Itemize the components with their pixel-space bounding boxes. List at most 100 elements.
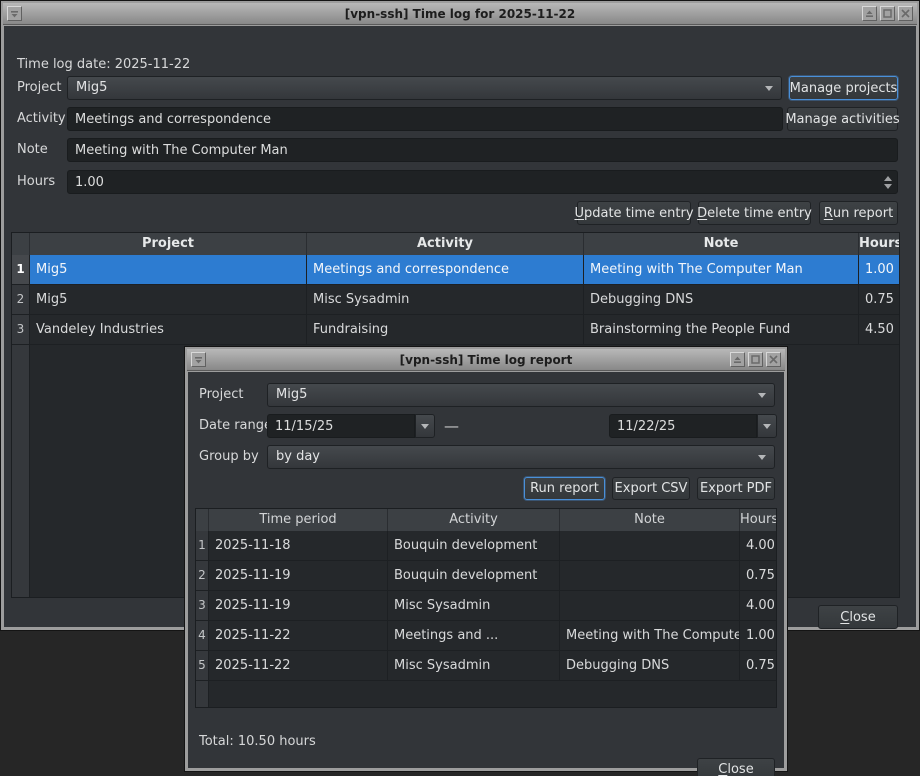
gutter-filler: [196, 681, 209, 707]
table-row[interactable]: 3Vandeley IndustriesFundraisingBrainstor…: [12, 315, 899, 345]
hours-label: Hours: [17, 170, 55, 194]
note-input-field[interactable]: [75, 139, 890, 161]
run-report-button[interactable]: Run report: [819, 201, 898, 225]
column-header[interactable]: Time period: [209, 509, 388, 531]
report-table: Time periodActivityNoteHours12025-11-18B…: [195, 508, 777, 708]
table-row[interactable]: 32025-11-19Misc Sysadmin4.00: [196, 591, 776, 621]
project-combobox[interactable]: Mig5: [67, 76, 782, 100]
row-number: 5: [196, 651, 209, 680]
table-cell: 0.75: [740, 561, 776, 590]
spin-down-icon[interactable]: [884, 184, 892, 189]
report-close-button[interactable]: Close: [697, 758, 775, 776]
update-time-entry-button[interactable]: Update time entry: [577, 201, 691, 225]
shade-icon[interactable]: [730, 352, 745, 367]
table-cell: Meeting with The Computer Man: [584, 255, 859, 284]
gutter-header: [196, 509, 209, 531]
table-cell: Meeting with The Computer...: [560, 621, 740, 650]
column-header[interactable]: Project: [30, 233, 307, 255]
table-header-row: ProjectActivityNoteHours: [12, 233, 899, 255]
project-combobox-value: Mig5: [76, 80, 107, 95]
manage-activities-button[interactable]: Manage activities: [787, 107, 898, 131]
column-header[interactable]: Activity: [307, 233, 584, 255]
shade-icon[interactable]: [862, 6, 877, 21]
table-cell: 2025-11-22: [209, 651, 388, 680]
table-row[interactable]: 42025-11-22Meetings and ...Meeting with …: [196, 621, 776, 651]
close-icon[interactable]: [766, 352, 781, 367]
table-cell: 2025-11-22: [209, 621, 388, 650]
row-number: 2: [196, 561, 209, 590]
report-project-combobox[interactable]: Mig5: [267, 383, 775, 407]
hours-spinner[interactable]: [881, 172, 894, 192]
chevron-down-icon: [765, 86, 773, 91]
date-start-field[interactable]: [275, 415, 407, 437]
row-number: 3: [196, 591, 209, 620]
spin-up-icon[interactable]: [884, 176, 892, 181]
delete-time-entry-button[interactable]: Delete time entry: [698, 201, 811, 225]
table-cell: Debugging DNS: [560, 651, 740, 680]
close-icon[interactable]: [898, 6, 913, 21]
table-row[interactable]: 22025-11-19Bouquin development0.75: [196, 561, 776, 591]
date-end-input[interactable]: [609, 414, 757, 438]
activity-input-field[interactable]: [75, 108, 775, 130]
date-range-label: Date range: [199, 414, 272, 438]
report-run-report-button[interactable]: Run report: [524, 477, 605, 500]
table-cell: Misc Sysadmin: [307, 285, 584, 314]
table-row[interactable]: 12025-11-18Bouquin development4.00: [196, 531, 776, 561]
chevron-down-icon: [758, 455, 766, 460]
table-cell: Vandeley Industries: [30, 315, 307, 344]
table-cell: [560, 561, 740, 590]
report-window-content: Project Mig5 Date range — Group by by da…: [188, 372, 784, 768]
total-hours-text: Total: 10.50 hours: [199, 734, 316, 749]
row-number: 1: [196, 531, 209, 560]
column-header[interactable]: Note: [584, 233, 859, 255]
table-cell: Debugging DNS: [584, 285, 859, 314]
export-pdf-button[interactable]: Export PDF: [697, 477, 775, 500]
table-cell: 2025-11-18: [209, 531, 388, 560]
date-end-dropdown-button[interactable]: [757, 414, 777, 438]
gutter-filler: [12, 345, 30, 597]
table-row[interactable]: 52025-11-22Misc SysadminDebugging DNS0.7…: [196, 651, 776, 681]
group-by-combobox[interactable]: by day: [267, 445, 775, 469]
table-cell: Bouquin development: [388, 561, 560, 590]
column-header[interactable]: Note: [560, 509, 740, 531]
column-header[interactable]: Hours: [740, 509, 776, 531]
report-window-title: [vpn-ssh] Time log report: [187, 353, 785, 367]
export-csv-button[interactable]: Export CSV: [612, 477, 690, 500]
note-label: Note: [17, 138, 48, 162]
table-cell: Fundraising: [307, 315, 584, 344]
hours-input-field[interactable]: [75, 171, 849, 193]
table-cell: 0.75: [740, 651, 776, 680]
main-close-button[interactable]: Close: [818, 605, 898, 629]
table-cell: 2025-11-19: [209, 591, 388, 620]
window-menu-icon[interactable]: [191, 352, 206, 367]
maximize-icon[interactable]: [880, 6, 895, 21]
maximize-icon[interactable]: [748, 352, 763, 367]
date-end-field[interactable]: [617, 415, 749, 437]
report-project-label: Project: [199, 383, 243, 407]
table-cell: Misc Sysadmin: [388, 651, 560, 680]
table-cell: [560, 591, 740, 620]
note-input[interactable]: [67, 138, 898, 162]
chevron-down-icon: [763, 424, 771, 429]
desktop: { "main_window": { "title": "[vpn-ssh] T…: [0, 0, 920, 776]
hours-spinbox[interactable]: [67, 170, 898, 194]
activity-input[interactable]: [67, 107, 783, 131]
manage-projects-button[interactable]: Manage projects: [789, 76, 898, 100]
table-cell: Meetings and correspondence: [307, 255, 584, 284]
date-start-input[interactable]: [267, 414, 415, 438]
table-cell: 1.00: [859, 255, 899, 284]
row-number: 3: [12, 315, 30, 344]
main-window-title: [vpn-ssh] Time log for 2025-11-22: [3, 7, 917, 21]
table-cell: Bouquin development: [388, 531, 560, 560]
date-start-dropdown-button[interactable]: [415, 414, 435, 438]
column-header[interactable]: Hours: [859, 233, 899, 255]
row-number: 4: [196, 621, 209, 650]
group-by-combobox-value: by day: [276, 449, 320, 464]
main-titlebar[interactable]: [vpn-ssh] Time log for 2025-11-22: [3, 3, 917, 25]
table-cell: Mig5: [30, 285, 307, 314]
table-row[interactable]: 2Mig5Misc SysadminDebugging DNS0.75: [12, 285, 899, 315]
report-titlebar[interactable]: [vpn-ssh] Time log report: [187, 349, 785, 371]
window-menu-icon[interactable]: [7, 6, 22, 21]
table-row[interactable]: 1Mig5Meetings and correspondenceMeeting …: [12, 255, 899, 285]
column-header[interactable]: Activity: [388, 509, 560, 531]
